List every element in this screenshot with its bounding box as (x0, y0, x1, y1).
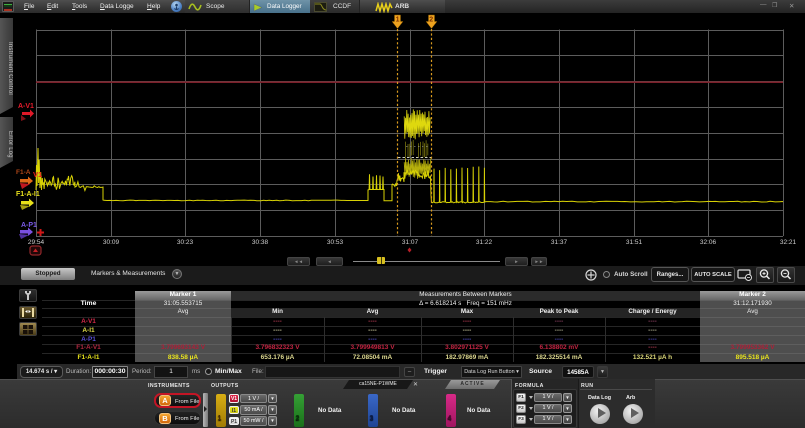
svg-text:2: 2 (429, 17, 433, 24)
svg-text:1: 1 (396, 17, 400, 24)
